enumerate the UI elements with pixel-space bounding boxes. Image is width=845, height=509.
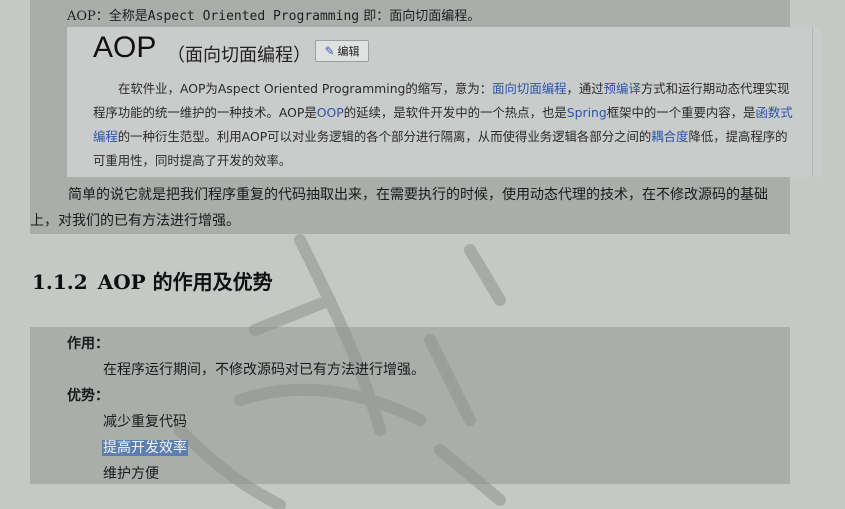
baike-link[interactable]: 耦合度 (651, 129, 688, 144)
function-text: 在程序运行期间，不修改源码对已有方法进行增强。 (103, 362, 425, 378)
baike-link[interactable]: Spring (567, 105, 607, 120)
baike-link[interactable]: 面向切面编程 (492, 81, 566, 96)
intro-prefix: AOP：全称是 (67, 9, 148, 24)
baike-body: 在软件业，AOP为Aspect Oriented Programming的缩写，… (93, 77, 798, 173)
intro-term: Aspect Oriented Programming (147, 9, 360, 24)
text-selection[interactable]: 提高开发效率 (102, 440, 188, 456)
baike-text: 框架中的一个重要内容，是 (606, 105, 756, 120)
section-title: AOP 的作用及优势 (97, 270, 273, 294)
advantage-item-selected: 提高开发效率 (102, 437, 188, 457)
section-number: 1.1.2 (32, 270, 88, 294)
baike-text: 在软件业，AOP为Aspect Oriented Programming的缩写，… (118, 81, 493, 96)
intro-line: AOP：全称是Aspect Oriented Programming 即：面向切… (67, 5, 480, 24)
baike-text: 的延续，是软件开发中的一个热点，也是 (343, 105, 567, 120)
intro-suffix: 即：面向切面编程。 (363, 9, 481, 24)
baike-text: 的一种衍生范型。利用AOP可以对业务逻辑的各个部分进行隔离，从而使得业务逻辑各部… (117, 129, 652, 144)
baike-text: ，通过 (566, 81, 604, 96)
pencil-icon: ✎ (324, 44, 335, 58)
function-label: 作用： (67, 336, 109, 352)
baike-link[interactable]: 预编译 (604, 81, 641, 96)
content-band-bottom (30, 327, 790, 484)
card-scrollbar[interactable] (812, 27, 819, 177)
advantage-item: 维护方便 (103, 466, 159, 482)
edit-button-label: 编辑 (337, 45, 360, 58)
baike-title: AOP (93, 31, 157, 64)
baike-card: AOP （面向切面编程） ✎ 编辑 在软件业，AOP为Aspect Orient… (67, 27, 821, 177)
baike-link[interactable]: OOP (317, 105, 344, 120)
edit-button[interactable]: ✎ 编辑 (315, 40, 369, 62)
section-heading: 1.1.2 AOP 的作用及优势 (32, 266, 273, 295)
baike-subtitle: （面向切面编程） (167, 45, 311, 66)
summary-paragraph: 简单的说它就是把我们程序重复的代码抽取出来，在需要执行的时候，使用动态代理的技术… (30, 187, 768, 229)
advantage-item: 减少重复代码 (103, 414, 187, 430)
advantages-label: 优势： (67, 388, 109, 404)
